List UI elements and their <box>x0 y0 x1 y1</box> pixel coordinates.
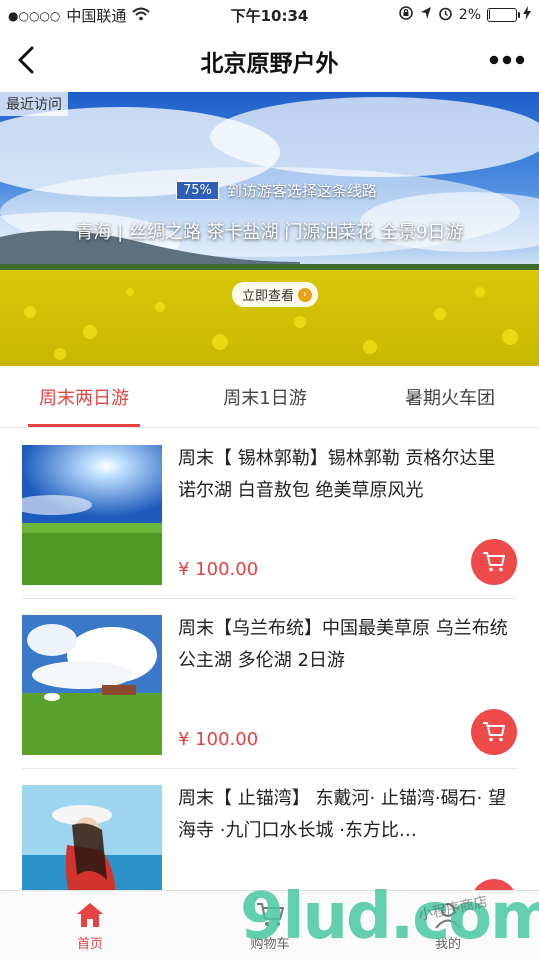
location-icon <box>420 6 432 24</box>
status-bar: ●○○○○ 中国联通 下午10:34 2% <box>0 0 539 30</box>
add-to-cart-button[interactable] <box>471 709 517 755</box>
home-icon <box>77 902 103 927</box>
battery-icon <box>487 8 520 22</box>
tabbar-home-label: 首页 <box>76 936 103 952</box>
tabbar-cart[interactable]: 购物车 <box>210 891 330 960</box>
alarm-icon <box>438 6 453 25</box>
product-price: ¥ 100.00 <box>178 559 259 580</box>
tab-weekend-two-day[interactable]: 周末两日游 <box>0 366 168 428</box>
cart-icon <box>483 552 505 572</box>
category-tabs: 周末两日游 周末1日游 暑期火车团 <box>0 366 539 428</box>
banner-title: 青海 | 丝绸之路 茶卡盐湖 门源油菜花 全景9日游 <box>75 222 464 243</box>
rotation-lock-icon <box>398 5 414 25</box>
stat-percent: 75% <box>176 181 219 200</box>
stat-text: 到访游客选择这条线路 <box>226 182 377 200</box>
battery-percent: 2% <box>458 7 481 23</box>
tab-summer-train[interactable]: 暑期火车团 <box>365 366 535 428</box>
add-to-cart-button[interactable] <box>471 539 517 585</box>
status-right: 2% <box>398 5 531 25</box>
page-title: 北京原野户外 <box>200 51 339 77</box>
more-button[interactable] <box>487 46 527 74</box>
tabbar-home[interactable]: 首页 <box>30 891 150 960</box>
product-thumbnail <box>22 445 162 585</box>
list-item[interactable]: 周末【乌兰布统】中国最美草原 乌兰布统 公主湖 多伦湖 2日游 ¥ 100.00 <box>0 599 539 769</box>
tab-weekend-one-day[interactable]: 周末1日游 <box>180 366 350 428</box>
tabbar-cart-label: 购物车 <box>250 936 290 952</box>
list-item[interactable]: 周末【 锡林郭勒】锡林郭勒 贡格尔达里诺尔湖 白音敖包 绝美草原风光 ¥ 100… <box>0 429 539 599</box>
product-title: 周末【乌兰布统】中国最美草原 乌兰布统 公主湖 多伦湖 2日游 <box>178 618 508 671</box>
recent-visit-tag: 最近访问 <box>0 92 68 116</box>
featured-banner[interactable]: 最近访问 75% 到访游客选择这条线路 青海 | 丝绸之路 茶卡盐湖 门源油菜花… <box>0 92 539 366</box>
bottom-tab-bar: 首页 购物车 我的 <box>0 890 539 960</box>
user-icon <box>435 902 461 929</box>
product-title: 周末【 止锚湾】 东戴河· 止锚湾·碣石· 望海寺 ·九门口水长城 ·东方比… <box>178 788 507 841</box>
view-now-button[interactable]: 立即查看 › <box>232 282 319 307</box>
view-now-label: 立即查看 <box>242 289 295 304</box>
battery-level <box>489 10 490 19</box>
cart-icon <box>257 902 284 926</box>
cart-icon <box>483 722 505 742</box>
nav-bar: 北京原野户外 <box>0 30 539 92</box>
tabbar-mine[interactable]: 我的 <box>388 891 508 960</box>
charging-icon <box>523 6 531 24</box>
product-thumbnail <box>22 615 162 755</box>
banner-stat: 75% 到访游客选择这条线路 <box>176 180 377 201</box>
active-tab-indicator <box>28 424 140 427</box>
tabbar-mine-label: 我的 <box>434 936 461 952</box>
arrow-right-icon: › <box>298 287 313 302</box>
product-price: ¥ 100.00 <box>178 729 259 750</box>
more-dots-icon <box>489 55 525 65</box>
product-title: 周末【 锡林郭勒】锡林郭勒 贡格尔达里诺尔湖 白音敖包 绝美草原风光 <box>178 448 496 501</box>
